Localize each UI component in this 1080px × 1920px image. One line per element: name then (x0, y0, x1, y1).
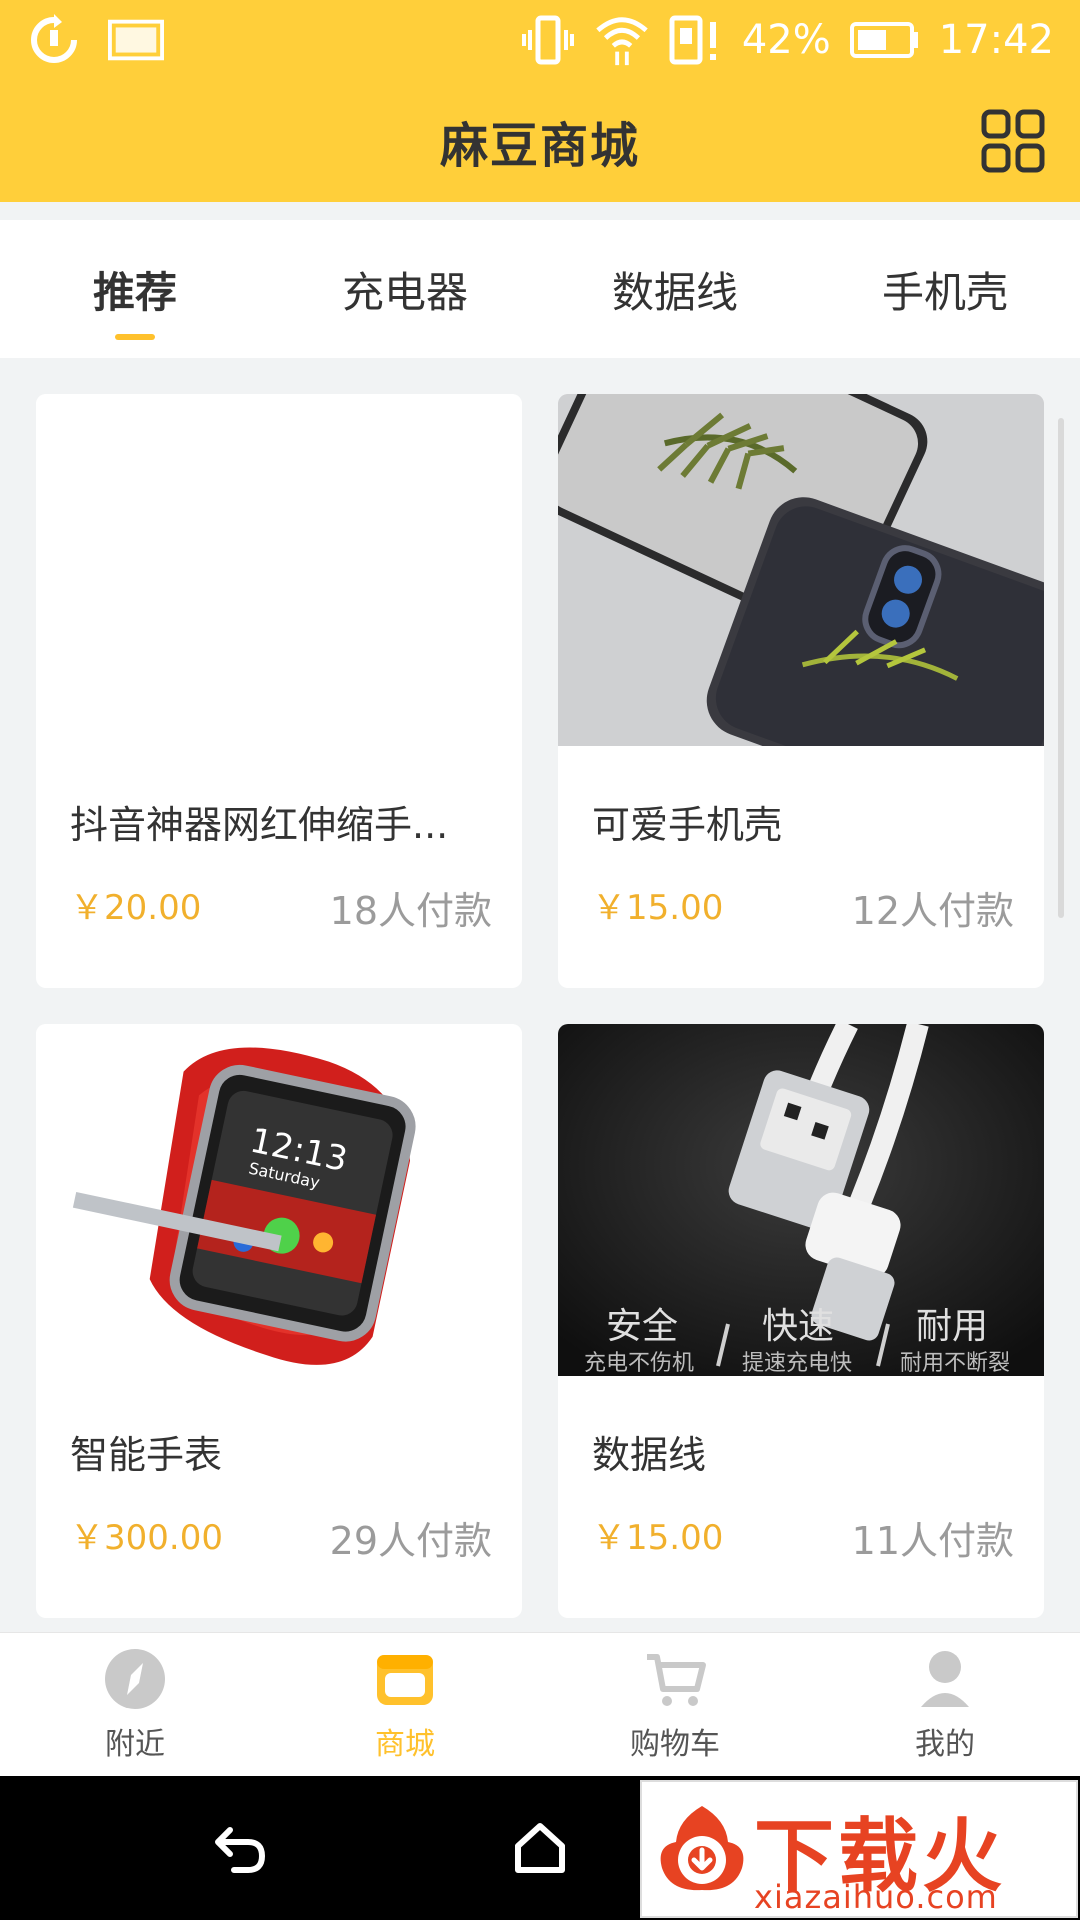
cart-icon (641, 1645, 709, 1713)
clock: 17:42 (938, 17, 1054, 63)
product-title: 抖音神器网红伸缩手... (70, 803, 449, 847)
grid-icon[interactable] (980, 108, 1046, 174)
product-title: 智能手表 (70, 1433, 223, 1477)
product-price: ￥300.00 (70, 1518, 223, 1558)
nav-item-profile[interactable]: 我的 (810, 1633, 1080, 1777)
back-icon[interactable] (208, 1816, 272, 1880)
feature-text: 耐用 (916, 1306, 988, 1347)
product-title: 数据线 (592, 1433, 707, 1477)
vibrate-icon (520, 12, 576, 68)
user-icon (911, 1645, 979, 1713)
status-bar: 42% 17:42 (0, 0, 1080, 80)
nav-label: 附近 (105, 1727, 165, 1762)
product-card[interactable]: 抖音神器网红伸缩手... ￥20.00 18人付款 (36, 394, 522, 988)
watermark-url: xiazaihuo.com (754, 1878, 998, 1916)
wifi-icon (594, 12, 650, 68)
nav-item-nearby[interactable]: 附近 (0, 1633, 270, 1777)
nav-label: 购物车 (630, 1727, 720, 1762)
tab-recommend[interactable]: 推荐 (0, 220, 270, 358)
product-card[interactable]: 安全 快速 耐用 充电不伤机 提速充电快 耐用不断裂 数据线 ￥15.00 11… (558, 1024, 1044, 1618)
image-icon (108, 12, 164, 68)
battery-percent: 42% (741, 17, 831, 63)
smart-watch-image: 12:13 Saturday (36, 1024, 522, 1376)
tab-phone-cases[interactable]: 手机壳 (810, 220, 1080, 358)
nav-label: 商城 (375, 1727, 435, 1762)
active-tab-indicator (115, 334, 155, 340)
home-icon[interactable] (508, 1816, 572, 1880)
product-paid-count: 12人付款 (851, 889, 1014, 933)
product-paid-count: 29人付款 (329, 1519, 492, 1563)
sync-icon (26, 12, 82, 68)
subfeature-text: 提速充电快 (742, 1351, 852, 1376)
watermark-logo-icon (656, 1802, 748, 1894)
sim-alert-icon (668, 12, 724, 68)
tab-label: 推荐 (92, 267, 177, 317)
category-tabs: 推荐 充电器 数据线 手机壳 (0, 220, 1080, 358)
feature-text: 安全 (606, 1306, 678, 1347)
nav-label: 我的 (915, 1727, 975, 1762)
watermark: 下载火 xiazaihuo.com (640, 1780, 1078, 1918)
usb-cable-image: 安全 快速 耐用 充电不伤机 提速充电快 耐用不断裂 (558, 1024, 1044, 1376)
nav-item-cart[interactable]: 购物车 (540, 1633, 810, 1777)
phone-case-image (558, 394, 1044, 829)
product-image-blank (36, 394, 522, 746)
subfeature-text: 耐用不断裂 (900, 1351, 1010, 1376)
subfeature-text: 充电不伤机 (584, 1351, 694, 1376)
tab-label: 数据线 (611, 267, 738, 317)
app-header: 麻豆商城 (0, 80, 1080, 202)
bottom-navigation: 附近 商城 购物车 我的 (0, 1632, 1080, 1776)
product-card[interactable]: 12:13 Saturday 智能手表 ￥300.00 29人付款 (36, 1024, 522, 1618)
store-icon (371, 1645, 439, 1713)
product-price: ￥20.00 (70, 888, 202, 928)
compass-icon (101, 1645, 169, 1713)
product-paid-count: 18人付款 (329, 889, 492, 933)
tab-label: 手机壳 (881, 267, 1008, 317)
tab-label: 充电器 (341, 267, 468, 317)
product-title: 可爱手机壳 (592, 803, 783, 847)
tab-chargers[interactable]: 充电器 (270, 220, 540, 358)
product-price: ￥15.00 (592, 888, 724, 928)
nav-item-store[interactable]: 商城 (270, 1633, 540, 1777)
product-card[interactable]: 可爱手机壳 ￥15.00 12人付款 (558, 394, 1044, 988)
tab-cables[interactable]: 数据线 (540, 220, 810, 358)
page-title: 麻豆商城 (439, 118, 640, 174)
app-screen: 42% 17:42 麻豆商城 推荐 充电器 数据线 手机壳 抖音神器网红伸缩手.… (0, 0, 1080, 1920)
scrollbar[interactable] (1058, 418, 1064, 918)
battery-icon (849, 12, 921, 68)
product-price: ￥15.00 (592, 1518, 724, 1558)
feature-text: 快速 (762, 1306, 834, 1347)
product-paid-count: 11人付款 (851, 1519, 1014, 1563)
